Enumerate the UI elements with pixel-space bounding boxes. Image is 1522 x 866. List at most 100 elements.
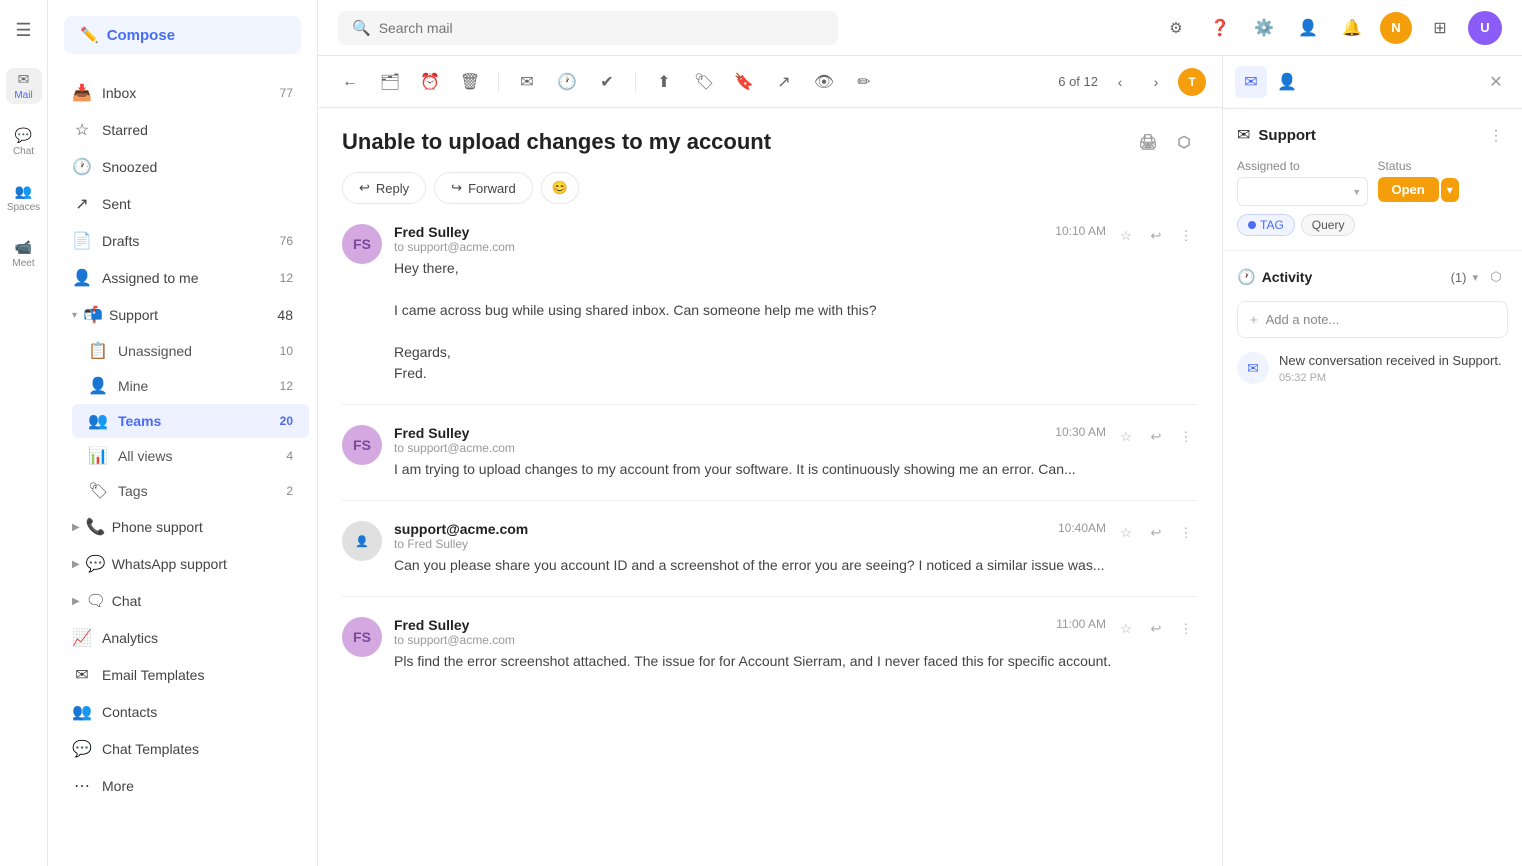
check-button[interactable]: ✔	[591, 66, 623, 98]
rp-tab-inbox[interactable]: ✉	[1235, 66, 1267, 98]
share-button[interactable]: ↗	[768, 66, 800, 98]
mark-read-button[interactable]: ✉	[511, 66, 543, 98]
sidebar-item-inbox[interactable]: 📥 Inbox 77	[56, 75, 309, 111]
contacts-nav-icon[interactable]: 👥 Spaces	[6, 180, 42, 216]
upload-button[interactable]: ⬆	[648, 66, 680, 98]
msg2-star[interactable]: ☆	[1114, 425, 1138, 449]
activity-item-time: 05:32 PM	[1279, 372, 1502, 384]
msg2-reply[interactable]: ↩	[1144, 425, 1168, 449]
status-badge[interactable]: Open	[1378, 177, 1439, 202]
msg4-reply[interactable]: ↩	[1144, 617, 1168, 641]
sidebar-item-teams[interactable]: 👥 Teams 20	[72, 404, 309, 438]
chat-nav-icon[interactable]: 💬 Chat	[6, 124, 42, 160]
msg4-star[interactable]: ☆	[1114, 617, 1138, 641]
badge-icon[interactable]: N	[1380, 12, 1412, 44]
phone-section[interactable]: ▶ 📞 Phone support	[56, 509, 309, 545]
forward-button[interactable]: ↪ Forward	[434, 172, 533, 204]
thread-badge: T	[1178, 68, 1206, 96]
rp-more-button[interactable]: ⋮	[1484, 123, 1508, 147]
sidebar-item-snoozed[interactable]: 🕐 Snoozed	[56, 149, 309, 185]
msg1-text: Hey there, I came across bug while using…	[394, 258, 1198, 384]
search-wrap[interactable]: 🔍	[338, 11, 838, 45]
activity-actions: ⬡	[1484, 265, 1508, 289]
activity-expand-icon[interactable]: ⬡	[1484, 265, 1508, 289]
msg3-more[interactable]: ⋮	[1174, 521, 1198, 545]
left-icon-nav: ☰ ✉ Mail 💬 Chat 👥 Spaces 📹 Meet	[0, 0, 48, 866]
subject-icons: 🖨 ⬡	[1134, 128, 1198, 156]
sidebar-item-assigned[interactable]: 👤 Assigned to me 12	[56, 260, 309, 296]
contacts-top-icon[interactable]: 👤	[1292, 12, 1324, 44]
snoozed-label: Snoozed	[102, 159, 157, 175]
tag-button[interactable]: 🏷	[688, 66, 720, 98]
sidebar-item-allviews[interactable]: 📊 All views 4	[72, 439, 309, 473]
sidebar-item-more[interactable]: ⋯ More	[56, 768, 309, 804]
rp-status-row: Open ▾	[1378, 177, 1509, 202]
sidebar-item-unassigned[interactable]: 📋 Unassigned 10	[72, 334, 309, 368]
msg1-star[interactable]: ☆	[1114, 224, 1138, 248]
sidebar-item-email-templates[interactable]: ✉ Email Templates	[56, 657, 309, 693]
rp-tab-info[interactable]: 👤	[1271, 66, 1303, 98]
back-button[interactable]: ←	[334, 66, 366, 98]
delete-button[interactable]: 🗑	[454, 66, 486, 98]
assign-select[interactable]	[1237, 177, 1368, 206]
msg1-to: to support@acme.com	[394, 240, 515, 254]
tag-TAG[interactable]: TAG	[1237, 214, 1295, 236]
msg4-text: Pls find the error screenshot attached. …	[394, 651, 1198, 672]
help-icon[interactable]: ❓	[1204, 12, 1236, 44]
allviews-count: 4	[286, 449, 293, 463]
notifications-icon[interactable]: 🔔	[1336, 12, 1368, 44]
compose-button[interactable]: ✏️ Compose	[64, 16, 301, 54]
whatsapp-section[interactable]: ▶ 💬 WhatsApp support	[56, 546, 309, 582]
msg3-reply[interactable]: ↩	[1144, 521, 1168, 545]
print-icon[interactable]: 🖨	[1134, 128, 1162, 156]
activity-item-1: ✉ New conversation received in Support. …	[1237, 352, 1508, 384]
sidebar-item-analytics[interactable]: 📈 Analytics	[56, 620, 309, 656]
rp-support-icon: ✉	[1237, 125, 1250, 145]
msg3-star[interactable]: ☆	[1114, 521, 1138, 545]
sidebar-item-mine[interactable]: 👤 Mine 12	[72, 369, 309, 403]
right-panel: ✉ 👤 ✕ ✉ Support ⋮ Assigned to	[1222, 56, 1522, 866]
msg1-reply[interactable]: ↩	[1144, 224, 1168, 248]
support-section-header[interactable]: ▾ 📬 Support 48	[56, 297, 309, 333]
reply-button[interactable]: ↩ Reply	[342, 172, 426, 204]
forward-label: Forward	[468, 181, 516, 196]
add-note-button[interactable]: + Add a note...	[1237, 301, 1508, 338]
sidebar-item-contacts[interactable]: 👥 Contacts	[56, 694, 309, 730]
next-page-button[interactable]: ›	[1142, 68, 1170, 96]
sent-icon: ↗	[72, 194, 92, 214]
video-nav-icon[interactable]: 📹 Meet	[6, 236, 42, 272]
tag-Query[interactable]: Query	[1301, 214, 1356, 236]
prev-page-button[interactable]: ‹	[1106, 68, 1134, 96]
pagination: 6 of 12 ‹ › T	[1058, 68, 1206, 96]
edit-button[interactable]: ✏	[848, 66, 880, 98]
sidebar-item-sent[interactable]: ↗ Sent	[56, 186, 309, 222]
msg1-more[interactable]: ⋮	[1174, 224, 1198, 248]
mail-nav-icon[interactable]: ✉ Mail	[6, 68, 42, 104]
emoji-button[interactable]: 😊	[541, 172, 579, 204]
sidebar-item-chat-templates[interactable]: 💬 Chat Templates	[56, 731, 309, 767]
hamburger-menu[interactable]: ☰	[6, 12, 42, 48]
sidebar-item-drafts[interactable]: 📄 Drafts 76	[56, 223, 309, 259]
rp-close-button[interactable]: ✕	[1482, 68, 1510, 96]
sidebar-item-starred[interactable]: ☆ Starred	[56, 112, 309, 148]
msg4-more[interactable]: ⋮	[1174, 617, 1198, 641]
chat-section[interactable]: ▶ 🗨 Chat	[56, 583, 309, 619]
filter-icon[interactable]: ⚙	[1160, 12, 1192, 44]
unassigned-icon: 📋	[88, 341, 108, 361]
search-input[interactable]	[379, 20, 824, 36]
clock-button[interactable]: 🕐	[551, 66, 583, 98]
apps-icon[interactable]: ⊞	[1424, 12, 1456, 44]
archive-button[interactable]: 🗂	[374, 66, 406, 98]
eye-button[interactable]: 👁	[808, 66, 840, 98]
snooze-button[interactable]: ⏰	[414, 66, 446, 98]
sidebar-item-tags[interactable]: 🏷 Tags 2	[72, 474, 309, 508]
phone-chevron: ▶	[72, 522, 80, 533]
open-icon[interactable]: ⬡	[1170, 128, 1198, 156]
user-avatar[interactable]: U	[1468, 11, 1502, 45]
msg2-more[interactable]: ⋮	[1174, 425, 1198, 449]
activity-header[interactable]: 🕐 Activity (1) ▾ ⬡	[1237, 265, 1508, 289]
analytics-icon: 📈	[72, 628, 92, 648]
settings-icon[interactable]: ⚙️	[1248, 12, 1280, 44]
status-dropdown-arrow[interactable]: ▾	[1441, 178, 1459, 202]
label-button[interactable]: 🔖	[728, 66, 760, 98]
